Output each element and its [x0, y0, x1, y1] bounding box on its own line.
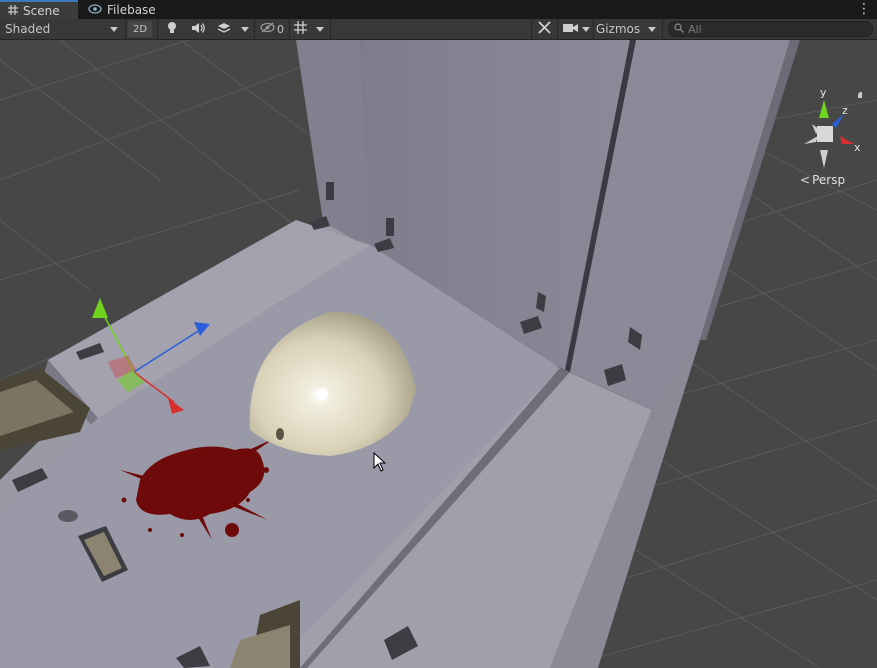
speaker-icon [191, 22, 205, 37]
scene-render [0, 40, 877, 668]
wrench-icon [537, 21, 551, 37]
grid-toggle-button[interactable] [290, 19, 310, 39]
lighting-toggle-button[interactable] [160, 19, 184, 39]
tab-label: Scene [23, 3, 60, 18]
eye-slash-icon [260, 22, 275, 36]
chevron-down-icon [648, 26, 656, 32]
lightbulb-icon [167, 21, 177, 37]
chevron-down-icon [241, 26, 249, 32]
gizmos-dropdown[interactable] [644, 19, 660, 39]
hidden-objects-toggle[interactable]: 0 [257, 19, 287, 39]
tab-filebase[interactable]: Filebase [80, 0, 170, 19]
tools-button[interactable] [533, 19, 555, 39]
effects-dropdown[interactable] [238, 19, 252, 39]
effects-toggle-button[interactable] [212, 19, 236, 39]
search-input[interactable]: All [668, 21, 873, 37]
grid-snap-icon [293, 21, 307, 37]
gizmos-button[interactable]: Gizmos [595, 19, 641, 39]
chevron-down-icon [582, 26, 590, 32]
camera-icon [562, 22, 578, 36]
tab-bar: Scene Filebase ⋮ [0, 0, 877, 19]
axis-x-label: x [854, 141, 861, 154]
axis-z-label: z [842, 104, 848, 117]
shading-mode-value: Shaded [5, 22, 51, 36]
shading-mode-dropdown[interactable]: Shaded [0, 19, 124, 39]
projection-toggle[interactable]: < Persp [800, 173, 845, 187]
chevron-left-icon: < [800, 173, 811, 187]
orientation-gizmo[interactable] [790, 84, 870, 176]
axis-y-label: y [820, 86, 827, 99]
eye-icon [88, 3, 102, 17]
scene-toolbar: Shaded 2D 0 Gizmos All [0, 19, 877, 40]
camera-settings-button[interactable] [559, 19, 581, 39]
hidden-count: 0 [277, 22, 284, 36]
chevron-down-icon [316, 26, 324, 32]
grid-dropdown[interactable] [312, 19, 328, 39]
scene-viewport[interactable]: y z x < Persp [0, 40, 877, 668]
tab-label: Filebase [107, 2, 156, 17]
search-placeholder: All [688, 22, 702, 36]
camera-dropdown[interactable] [580, 19, 592, 39]
2d-mode-button[interactable]: 2D [128, 21, 152, 37]
layers-icon [217, 22, 231, 37]
projection-label: Persp [812, 173, 846, 187]
audio-toggle-button[interactable] [186, 19, 210, 39]
grid-icon [8, 4, 18, 18]
tab-scene[interactable]: Scene [0, 0, 78, 19]
search-icon [674, 22, 684, 36]
chevron-down-icon [110, 26, 118, 32]
more-options-icon[interactable]: ⋮ [857, 1, 871, 17]
